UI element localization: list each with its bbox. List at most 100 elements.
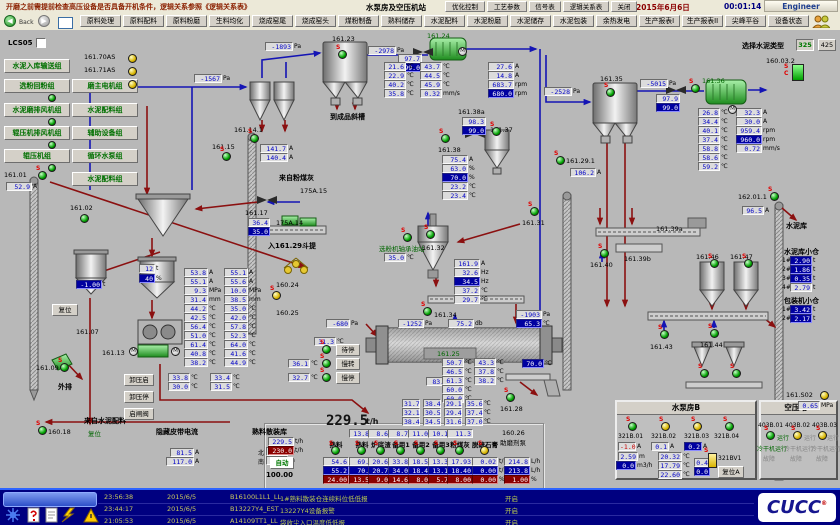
motor-icon[interactable]: M [129,347,138,356]
panel-button[interactable]: 自动 [270,457,294,469]
panel-button[interactable]: 慢转 [336,358,360,370]
menu-button[interactable]: 逻辑关系表 [563,1,609,12]
alarm-row[interactable]: 21:05:532015/6/5A14109TT1_LL袋收尘入口温度低低报开启 [98,515,754,525]
doc-icon[interactable] [46,508,57,522]
setpoint-box[interactable]: 680.0rpm [488,89,527,99]
toolbar-nav-button[interactable]: 原料粉磨 [166,15,207,27]
setpoint-box[interactable]: 65.3℃ [516,319,550,329]
menu-button[interactable]: 信号表 [529,1,561,12]
motor-icon[interactable]: S [732,369,741,378]
sidebar-group-button[interactable]: 水泥配料组 [72,103,138,117]
motor-icon[interactable]: S [423,307,432,316]
motor-icon[interactable]: S [530,207,539,216]
motor-icon[interactable]: S [322,373,331,382]
panel-button[interactable]: 卸压启 [124,374,154,386]
motor-icon[interactable]: M [458,47,467,56]
sidebar-group-button[interactable]: 水泥配料组 [72,172,138,186]
motor-icon[interactable]: S [272,291,281,300]
motor-icon[interactable] [128,80,137,89]
toolbar-nav-button[interactable]: 水泥配料 [424,15,465,27]
motor-icon[interactable]: S [600,249,609,258]
feeder-motor-icon[interactable]: S [331,446,340,455]
toolbar-nav-button[interactable]: 煤粉制备 [338,15,379,27]
panel-button[interactable]: 325 [796,39,814,51]
setpoint-box[interactable]: 35.0 [248,227,270,236]
panel-button[interactable]: 慢停 [336,372,360,384]
toolbar-nav-button[interactable]: 烧成窑尾 [252,15,293,27]
setpoint-box[interactable]: -1.00t [76,280,105,290]
motor-icon[interactable]: S [222,152,231,161]
toolbar-nav-button[interactable]: 原料处理 [80,15,121,27]
motor-icon[interactable] [820,391,829,400]
motor-icon[interactable]: S [710,259,719,268]
feeder-setpoint-value[interactable]: 55.2 [323,466,349,475]
menu-button[interactable]: 工艺参数 [487,1,527,12]
sidebar-group-button[interactable]: 水泥入库输送组 [4,59,70,73]
menu-button[interactable]: 关闭 [611,1,637,12]
motor-icon[interactable]: S [661,422,670,431]
sidebar-group-button[interactable]: 辅助设备组 [72,126,138,140]
toolbar-nav-button[interactable]: 生产报表I [639,15,680,27]
toolbar-nav-button[interactable]: 原料配料 [123,15,164,27]
feeder-setpoint-value[interactable]: 18.40 [447,466,473,475]
forward-button[interactable]: ▶ [38,15,50,27]
motor-icon[interactable]: S [710,329,719,338]
toolbar-nav-button[interactable]: 水泥包装 [553,15,594,27]
toolbar-nav-button[interactable]: 水泥粉磨 [467,15,508,27]
setpoint-box[interactable]: 99.0 [656,103,680,112]
sidebar-group-button[interactable]: 辊压机排风机组 [4,126,70,140]
menu-button[interactable]: 优化控制 [445,1,485,12]
sidebar-group-button[interactable]: 辊压机组 [4,149,70,163]
motor-icon[interactable]: S [338,50,347,59]
setpoint-box[interactable]: 2.17t [790,314,815,324]
toolbar-nav-button[interactable]: 生产报表II [682,15,723,27]
alarm-value-box[interactable]: 230.0t/h [268,446,303,456]
motor-icon[interactable]: S [693,422,702,431]
motor-icon[interactable]: S [700,369,709,378]
warning-triangle-icon[interactable] [84,509,98,522]
motor-icon[interactable]: S [403,233,412,242]
users-icon[interactable] [812,15,830,28]
motor-icon[interactable]: M [171,347,180,356]
feeder-motor-icon[interactable]: S [455,446,464,455]
motor-icon[interactable]: S [556,156,565,165]
setpoint-box[interactable]: 0.0 [694,467,710,476]
motor-icon[interactable] [128,67,137,76]
feeder-percent-value[interactable]: 1.00% [504,475,537,485]
lcs-checkbox[interactable] [36,38,46,48]
panel-button[interactable]: 待停 [336,344,360,356]
panel-button[interactable]: 复位A [718,466,744,478]
motor-icon[interactable]: S [744,259,753,268]
motor-icon[interactable]: S [250,134,259,143]
toolbar-nav-button[interactable]: 烧成窑头 [295,15,336,27]
toolbar-nav-button[interactable]: 余热发电 [596,15,637,27]
motor-icon[interactable]: S [60,363,69,372]
sidebar-group-button[interactable]: 循环水泵组 [72,149,138,163]
sidebar-group-button[interactable]: 水泥磨排风机组 [4,103,70,117]
feeder-percent-value[interactable]: 24.00 [323,475,349,484]
feeder-motor-icon[interactable]: S [480,446,489,455]
lightning-icon[interactable] [62,508,74,522]
toolbar-nav-button[interactable]: 水泥储存 [510,15,551,27]
motor-icon[interactable]: S [793,431,802,440]
motor-icon[interactable]: M [728,105,737,114]
setpoint-box[interactable]: 70.0℃ [522,359,552,369]
motor-icon[interactable]: S [38,171,47,180]
motor-icon[interactable]: S [770,192,779,201]
back-button[interactable]: ◀ [4,15,16,27]
setpoint-box[interactable]: 40% [139,274,162,284]
feeder-percent-value[interactable]: 0.00% [472,475,505,485]
motor-icon[interactable]: S [818,431,827,440]
panel-button[interactable]: 425 [818,39,836,51]
panel-button[interactable]: 复位 [52,304,78,316]
motor-icon[interactable]: S [725,422,734,431]
toolbar-nav-button[interactable]: 熟料储存 [381,15,422,27]
snowflake-icon[interactable] [6,508,20,522]
toolbar-nav-button[interactable]: 尖峰平谷 [725,15,766,27]
motor-icon[interactable]: S [766,431,775,440]
toolbar-nav-button[interactable]: 生料均化 [209,15,250,27]
setpoint-box[interactable]: 99.0 [462,126,486,135]
motor-icon[interactable]: S [691,84,700,93]
motor-icon[interactable]: S [38,426,47,435]
sidebar-group-button[interactable]: 选粉回粉组 [4,79,70,93]
